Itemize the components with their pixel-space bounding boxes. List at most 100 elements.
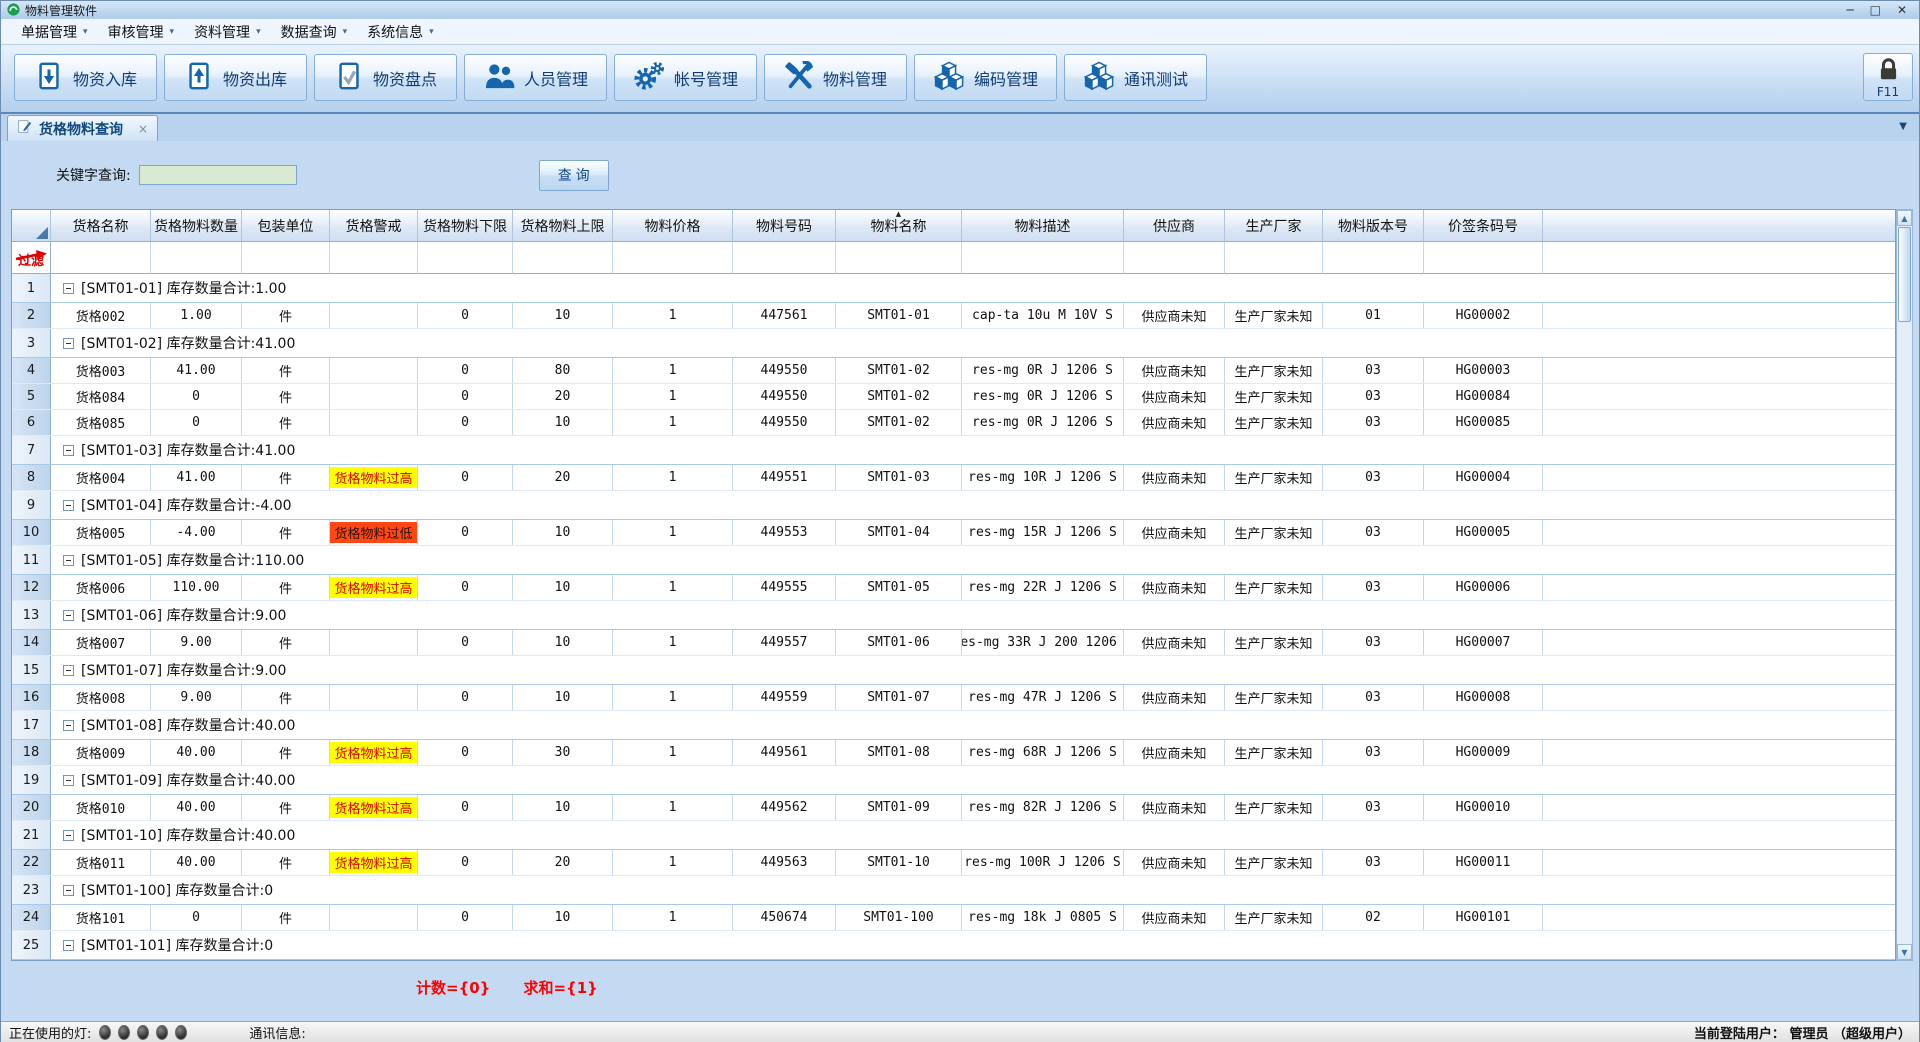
column-header-supplier[interactable]: 供应商 [1124, 210, 1225, 242]
collapse-icon[interactable] [63, 283, 74, 294]
cell-cargo-qty: 41.00 [151, 358, 242, 383]
vertical-scrollbar[interactable]: ▲ ▼ [1896, 209, 1913, 961]
grid-group-row[interactable]: 25[SMT01-101] 库存数量合计:0 [12, 931, 1896, 960]
grid-data-row[interactable]: 4货格00341.00件0801449550SMT01-02res-mg 0R … [12, 358, 1896, 384]
row-number: 8 [12, 465, 51, 490]
scroll-up-icon[interactable]: ▲ [1897, 210, 1912, 226]
grid-data-row[interactable]: 5货格0840件0201449550SMT01-02res-mg 0R J 12… [12, 384, 1896, 410]
grid-group-row[interactable]: 11[SMT01-05] 库存数量合计:110.00 [12, 546, 1896, 575]
column-header-price[interactable]: 物料价格 [613, 210, 733, 242]
collapse-icon[interactable] [63, 500, 74, 511]
collapse-icon[interactable] [63, 830, 74, 841]
grid-group-row[interactable]: 21[SMT01-10] 库存数量合计:40.00 [12, 821, 1896, 850]
cell-cargo-qty: 9.00 [151, 685, 242, 710]
comm-test-button[interactable]: 通讯测试 [1064, 54, 1207, 101]
collapse-icon[interactable] [63, 338, 74, 349]
scroll-down-icon[interactable]: ▼ [1897, 944, 1912, 960]
filter-cell-price[interactable] [613, 242, 733, 274]
collapse-icon[interactable] [63, 445, 74, 456]
tab-close-icon[interactable]: × [138, 122, 148, 136]
grid-data-row[interactable]: 8货格00441.00件货格物料过高0201449551SMT01-03res-… [12, 465, 1896, 491]
stock-in-button[interactable]: 物资入库 [14, 54, 157, 101]
lock-f11-button[interactable]: F11 [1863, 53, 1913, 101]
column-header-cargo-name[interactable]: 货格名称 [51, 210, 151, 242]
material-button[interactable]: 物料管理 [764, 54, 907, 101]
grid-data-row[interactable]: 18货格00940.00件货格物料过高0301449561SMT01-08res… [12, 740, 1896, 766]
menu-system-info[interactable]: 系统信息▾ [357, 20, 444, 44]
column-header-pack-unit[interactable]: 包装单位 [242, 210, 330, 242]
filter-cell-upper-limit[interactable] [513, 242, 613, 274]
menu-data-mgmt[interactable]: 资料管理▾ [184, 20, 271, 44]
grid-group-row[interactable]: 19[SMT01-09] 库存数量合计:40.00 [12, 766, 1896, 795]
column-header-lower-limit[interactable]: 货格物料下限 [418, 210, 513, 242]
column-header-version[interactable]: 物料版本号 [1323, 210, 1424, 242]
collapse-icon[interactable] [63, 775, 74, 786]
app-icon [7, 1, 20, 20]
column-header-upper-limit[interactable]: 货格物料上限 [513, 210, 613, 242]
grid-group-row[interactable]: 15[SMT01-07] 库存数量合计:9.00 [12, 656, 1896, 685]
account-button[interactable]: 帐号管理 [614, 54, 757, 101]
collapse-icon[interactable] [63, 885, 74, 896]
cell-material-code: 449551 [733, 465, 836, 490]
maximize-button[interactable]: □ [1870, 2, 1881, 18]
grid-data-row[interactable]: 12货格006110.00件货格物料过高0101449555SMT01-05re… [12, 575, 1896, 601]
filter-cell-lower-limit[interactable] [418, 242, 513, 274]
column-header-material-desc[interactable]: 物料描述 [962, 210, 1124, 242]
filter-cell-pack-unit[interactable] [242, 242, 330, 274]
collapse-icon[interactable] [63, 555, 74, 566]
filter-cell-manufacturer[interactable] [1225, 242, 1323, 274]
filter-cell-material-desc[interactable] [962, 242, 1124, 274]
grid-data-row[interactable]: 6货格0850件0101449550SMT01-02res-mg 0R J 12… [12, 410, 1896, 436]
collapse-icon[interactable] [63, 940, 74, 951]
grid-group-row[interactable]: 23[SMT01-100] 库存数量合计:0 [12, 876, 1896, 905]
filter-cell-cargo-name[interactable] [51, 242, 151, 274]
stock-check-button[interactable]: 物资盘点 [314, 54, 457, 101]
column-header-material-code[interactable]: 物料号码 [733, 210, 836, 242]
grid-group-row[interactable]: 9[SMT01-04] 库存数量合计:-4.00 [12, 491, 1896, 520]
close-button[interactable]: ✕ [1897, 2, 1907, 18]
grid-data-row[interactable]: 10货格005-4.00件货格物料过低0101449553SMT01-04res… [12, 520, 1896, 546]
column-header-manufacturer[interactable]: 生产厂家 [1225, 210, 1323, 242]
query-button[interactable]: 查 询 [539, 160, 609, 191]
column-header-material-name[interactable]: ▲物料名称 [836, 210, 962, 242]
filter-cell-cargo-alert[interactable] [330, 242, 418, 274]
grid-group-row[interactable]: 1[SMT01-01] 库存数量合计:1.00 [12, 274, 1896, 303]
column-header-barcode[interactable]: 价签条码号 [1424, 210, 1543, 242]
filter-row-header[interactable]: 过滤 [12, 242, 51, 274]
filter-cell-material-name[interactable] [836, 242, 962, 274]
collapse-icon[interactable] [63, 665, 74, 676]
personnel-button[interactable]: 人员管理 [464, 54, 607, 101]
grid-group-row[interactable]: 3[SMT01-02] 库存数量合计:41.00 [12, 329, 1896, 358]
collapse-icon[interactable] [63, 720, 74, 731]
grid-corner-cell[interactable] [12, 210, 51, 242]
grid-group-row[interactable]: 17[SMT01-08] 库存数量合计:40.00 [12, 711, 1896, 740]
grid-data-row[interactable]: 20货格01040.00件货格物料过高0101449562SMT01-09res… [12, 795, 1896, 821]
grid-data-row[interactable]: 24货格1010件0101450674SMT01-100res-mg 18k J… [12, 905, 1896, 931]
grid-data-row[interactable]: 14货格0079.00件0101449557SMT01-06res-mg 33R… [12, 630, 1896, 656]
collapse-icon[interactable] [63, 610, 74, 621]
grid-group-row[interactable]: 13[SMT01-06] 库存数量合计:9.00 [12, 601, 1896, 630]
status-light-icon [156, 1025, 168, 1040]
filter-cell-barcode[interactable] [1424, 242, 1543, 274]
column-header-cargo-qty[interactable]: 货格物料数量 [151, 210, 242, 242]
grid-data-row[interactable]: 2货格0021.00件0101447561SMT01-01cap-ta 10u … [12, 303, 1896, 329]
tab-cargo-material-query[interactable]: 货格物料查询 × [7, 115, 158, 141]
cell-pack-unit: 件 [242, 384, 330, 409]
menu-data-query[interactable]: 数据查询▾ [271, 20, 358, 44]
filter-cell-material-code[interactable] [733, 242, 836, 274]
scrollbar-thumb[interactable] [1898, 227, 1911, 322]
grid-data-row[interactable]: 16货格0089.00件0101449559SMT01-07res-mg 47R… [12, 685, 1896, 711]
menu-audit-mgmt[interactable]: 审核管理▾ [98, 20, 185, 44]
filter-cell-version[interactable] [1323, 242, 1424, 274]
filter-cell-supplier[interactable] [1124, 242, 1225, 274]
tab-list-dropdown-icon[interactable]: ▼ [1899, 121, 1907, 132]
filter-cell-cargo-qty[interactable] [151, 242, 242, 274]
minimize-button[interactable]: ─ [1846, 2, 1853, 18]
keyword-input[interactable] [139, 165, 297, 185]
grid-data-row[interactable]: 22货格01140.00件货格物料过高0201449563SMT01-10res… [12, 850, 1896, 876]
stock-out-button[interactable]: 物资出库 [164, 54, 307, 101]
column-header-cargo-alert[interactable]: 货格警戒 [330, 210, 418, 242]
coding-button[interactable]: 编码管理 [914, 54, 1057, 101]
menu-order-mgmt[interactable]: 单据管理▾ [11, 20, 98, 44]
grid-group-row[interactable]: 7[SMT01-03] 库存数量合计:41.00 [12, 436, 1896, 465]
